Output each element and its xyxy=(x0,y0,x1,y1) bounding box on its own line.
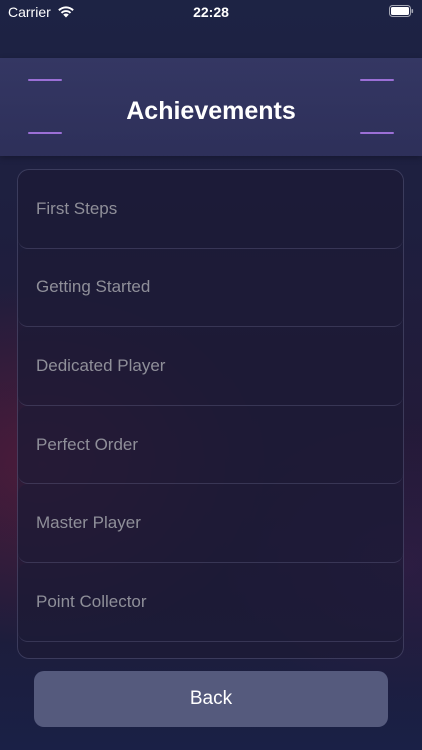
achievement-item-perfect-order[interactable]: Perfect Order xyxy=(18,405,403,485)
achievement-label: Point Collector xyxy=(36,591,147,611)
achievement-item-partial[interactable] xyxy=(18,641,403,658)
achievement-item-point-collector[interactable]: Point Collector xyxy=(18,562,403,642)
achievement-label: Perfect Order xyxy=(36,434,139,454)
page-title: Achievements xyxy=(126,97,296,125)
clock: 22:28 xyxy=(193,4,229,20)
battery-icon xyxy=(389,5,414,17)
decorative-line xyxy=(360,132,394,134)
status-bar: Carrier 22:28 xyxy=(0,0,422,26)
header: Achievements xyxy=(0,58,422,156)
back-button[interactable]: Back xyxy=(34,671,388,727)
achievement-label: Master Player xyxy=(36,513,141,533)
achievement-item-first-steps[interactable]: First Steps xyxy=(18,170,403,249)
achievement-item-getting-started[interactable]: Getting Started xyxy=(18,248,403,328)
achievement-item-dedicated-player[interactable]: Dedicated Player xyxy=(18,327,403,406)
achievement-label: Getting Started xyxy=(36,277,151,297)
achievement-item-master-player[interactable]: Master Player xyxy=(18,484,403,563)
decorative-line xyxy=(360,79,394,81)
achievements-list[interactable]: First Steps Getting Started Dedicated Pl… xyxy=(17,169,404,659)
achievement-label: First Steps xyxy=(36,198,118,218)
decorative-line xyxy=(28,132,62,134)
decorative-line xyxy=(28,79,62,81)
achievement-label: Dedicated Player xyxy=(36,355,166,375)
